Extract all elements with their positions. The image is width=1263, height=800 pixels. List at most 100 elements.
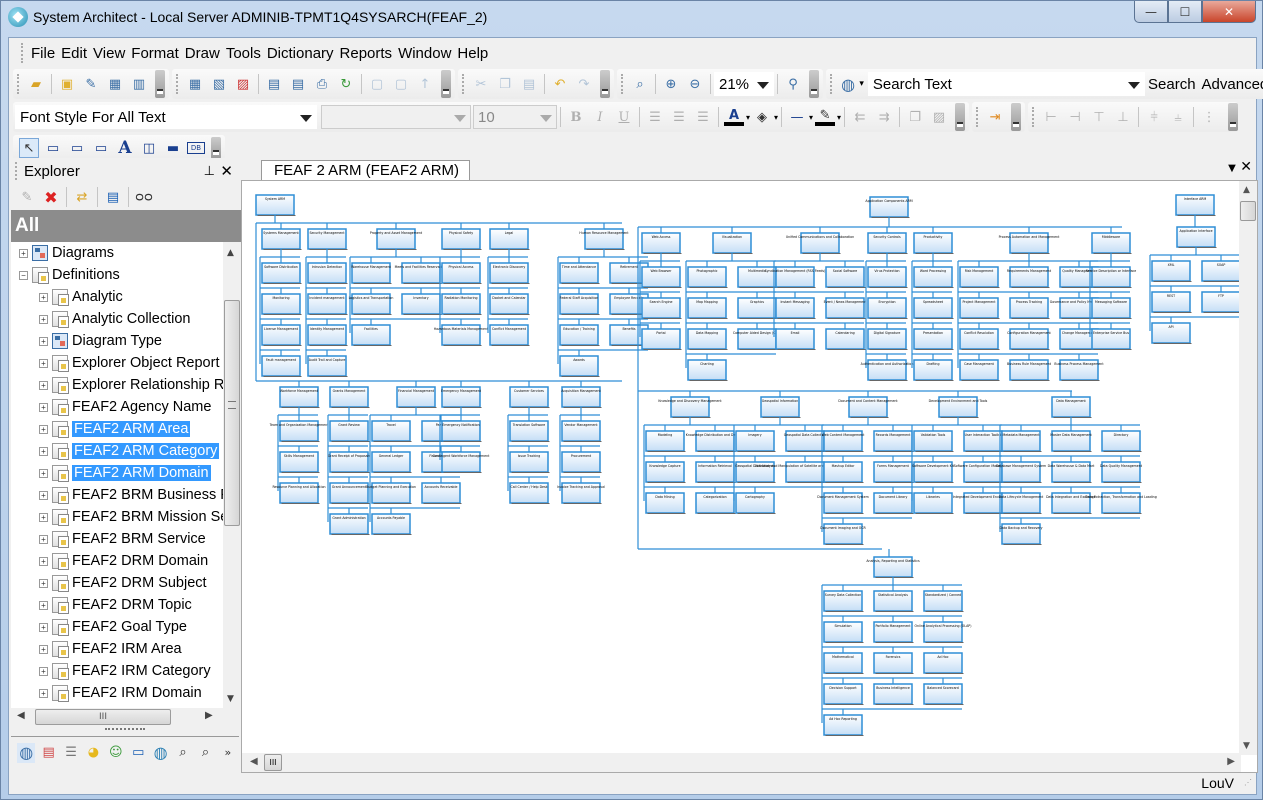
minimize-button[interactable]: — — [1134, 1, 1168, 23]
diagram-leaf-node[interactable]: Balanced Scorecard — [923, 683, 964, 705]
menu-reports[interactable]: Reports — [337, 45, 396, 62]
users-icon[interactable]: ☺ — [107, 743, 125, 763]
diagram-leaf-node[interactable]: Information Retrieval — [695, 461, 736, 483]
chevron-down-icon[interactable]: ▾ — [837, 113, 841, 122]
diagram-leaf-node[interactable]: Conflict Resolution — [959, 328, 1000, 350]
toolbar-grip[interactable] — [17, 74, 20, 94]
diagram-leaf-node[interactable]: Data Mapping — [687, 328, 728, 350]
diagram-category-node[interactable]: Productivity — [913, 232, 954, 254]
diagram-leaf-node[interactable]: Digital Signature — [867, 328, 908, 350]
diagram-leaf-node[interactable]: Intrusion Detection — [307, 262, 348, 284]
diagram-leaf-node[interactable]: Requirements Management — [1007, 266, 1052, 288]
diagram-leaf-node[interactable]: Conflict Management — [489, 324, 530, 346]
align-rights-icon[interactable]: ⊣ — [1065, 107, 1085, 127]
search-globe-icon[interactable]: ⌕ — [174, 743, 192, 763]
scroll-right-icon[interactable]: ▶ — [1227, 756, 1235, 767]
line-color-icon[interactable]: ✎ — [815, 108, 836, 126]
expand-icon[interactable]: + — [39, 336, 48, 346]
zoom-fit-icon[interactable]: ⌕ — [630, 74, 650, 94]
diagram-leaf-node[interactable]: Statistical Analysis — [873, 590, 914, 612]
diagram-leaf-node[interactable]: Electronic Discovery — [489, 262, 530, 284]
diagram-leaf-node[interactable]: Modeling — [645, 430, 686, 452]
expand-icon[interactable]: + — [39, 512, 48, 522]
diagram-leaf-node[interactable]: REST — [1151, 291, 1192, 313]
database-icon[interactable]: ☰ — [62, 743, 80, 763]
italic-icon[interactable]: I — [590, 107, 610, 127]
align-center-icon[interactable]: ☰ — [669, 107, 689, 127]
text-rotate-right-icon[interactable]: ⇉ — [874, 107, 894, 127]
diagram-leaf-node[interactable]: Facilities — [351, 324, 392, 346]
diagram-leaf-node[interactable]: Service Description or Interface — [1086, 266, 1137, 288]
toolbar-overflow[interactable] — [1228, 103, 1239, 131]
scroll-thumb[interactable]: III — [264, 754, 282, 771]
diagram-leaf-node[interactable]: Social Software — [825, 266, 866, 288]
globe-scope-icon[interactable]: ◍ — [839, 74, 857, 94]
find-binoculars-icon[interactable]: ⚲ — [783, 74, 803, 94]
scroll-left-icon[interactable]: ◀ — [17, 710, 25, 721]
diagram-leaf-node[interactable]: Audit Trail and Capture — [307, 355, 348, 377]
diagram-root-node[interactable]: Application Components ARM — [865, 196, 913, 218]
diagram-leaf-node[interactable]: Travel — [371, 420, 412, 442]
diagram-leaf-node[interactable]: Authentication and Authorization — [861, 359, 914, 381]
diagram-leaf-node[interactable]: Warehouse Management — [351, 262, 392, 284]
diagram-canvas[interactable]: System ARM Systems Management Software Dis… — [241, 180, 1258, 773]
diagram-leaf-node[interactable]: Imagery — [735, 430, 776, 452]
canvas-horizontal-scrollbar[interactable]: ◀ III ▶ — [242, 753, 1241, 772]
diagram-leaf-node[interactable]: Map Mapping — [687, 297, 728, 319]
search-docs-icon[interactable]: ⌕ — [196, 743, 214, 763]
align-left-icon[interactable]: ☰ — [645, 107, 665, 127]
diagram-category-node[interactable]: Grants Management — [329, 386, 370, 408]
diagram-leaf-node[interactable]: Business Intelligence — [873, 683, 914, 705]
center-vertical-icon[interactable]: ⫨ — [1168, 107, 1188, 127]
diagram-root-node[interactable]: Interface ARM — [1175, 194, 1216, 216]
diagram-leaf-node[interactable]: Software Distribution — [261, 262, 302, 284]
expand-icon[interactable]: + — [39, 380, 48, 390]
glasses-icon[interactable]: ᴑᴑ — [134, 187, 154, 207]
diagram-leaf-node[interactable]: Grant Review — [329, 420, 370, 442]
save-all-icon[interactable]: ▤ — [288, 74, 308, 94]
diagram-category-node[interactable]: Visualization — [712, 232, 753, 254]
diagram-leaf-node[interactable]: Education / Training — [559, 324, 600, 346]
expand-icon[interactable]: + — [39, 468, 48, 478]
diagram-leaf-node[interactable]: Business Process Management — [1054, 359, 1104, 381]
diagram-leaf-node[interactable]: Radiation Monitoring — [441, 293, 482, 315]
resize-grip-icon[interactable]: ⋰ — [1244, 778, 1252, 787]
explorer-horizontal-scrollbar[interactable]: ◀ III ▶ — [11, 708, 223, 726]
diagram-category-node[interactable]: Document and Content Management — [838, 396, 898, 418]
tree-item[interactable]: + FEAF2 Goal Type — [11, 616, 223, 638]
new-definition-icon[interactable]: ▣ — [57, 74, 77, 94]
diagram-leaf-node[interactable]: Issue Tracking — [509, 451, 550, 473]
menubar-grip[interactable] — [21, 43, 24, 63]
diagram-leaf-node[interactable]: Metadata Management — [1001, 430, 1042, 452]
diagram-category-node[interactable]: Middleware — [1091, 232, 1132, 254]
scroll-down-icon[interactable]: ▼ — [227, 694, 234, 704]
diagram-leaf-node[interactable]: Word Processing — [913, 266, 954, 288]
diagram-leaf-node[interactable]: Email — [775, 328, 816, 350]
diagram-leaf-node[interactable]: Charting — [687, 359, 728, 381]
expand-icon[interactable]: + — [39, 600, 48, 610]
toolbar-overflow[interactable] — [600, 70, 610, 98]
diagram-category-node[interactable]: Unified Communications and Collaboration — [786, 232, 854, 254]
diagram-leaf-node[interactable]: Spreadsheet — [913, 297, 954, 319]
more-icon[interactable]: » — [219, 743, 237, 763]
delete-diagram-icon[interactable]: ▨ — [233, 74, 253, 94]
diagram-leaf-node[interactable]: Accounts Payable — [371, 513, 412, 535]
diagram-leaf-node[interactable]: XML — [1151, 260, 1192, 282]
tree-item[interactable]: + FEAF2 ARM Domain — [11, 462, 223, 484]
expand-icon[interactable]: + — [39, 688, 48, 698]
diagram-leaf-node[interactable]: Configuration Management — [1007, 328, 1052, 350]
tree-item[interactable]: + FEAF2 DRM Subject — [11, 572, 223, 594]
diagram-leaf-node[interactable]: Vendor Management — [561, 420, 602, 442]
diagram-leaf-node[interactable]: Mashup Editor — [823, 461, 864, 483]
diagram-leaf-node[interactable]: Identity Management — [307, 324, 348, 346]
toolbar-grip[interactable] — [976, 107, 979, 127]
expand-icon[interactable]: + — [39, 446, 48, 456]
diagram-leaf-node[interactable]: Risk Management — [959, 266, 1000, 288]
diagram-leaf-node[interactable]: Ad Hoc Reporting — [823, 714, 864, 736]
diagram-leaf-node[interactable]: Federal Staff Acquisition — [559, 293, 600, 315]
align-lefts-icon[interactable]: ⊢ — [1041, 107, 1061, 127]
align-right-icon[interactable]: ☰ — [693, 107, 713, 127]
diagram-leaf-node[interactable]: Validation Tools — [913, 430, 954, 452]
tree-item[interactable]: + Explorer Object Report — [11, 352, 223, 374]
database-tool-icon[interactable]: DB — [187, 142, 205, 154]
